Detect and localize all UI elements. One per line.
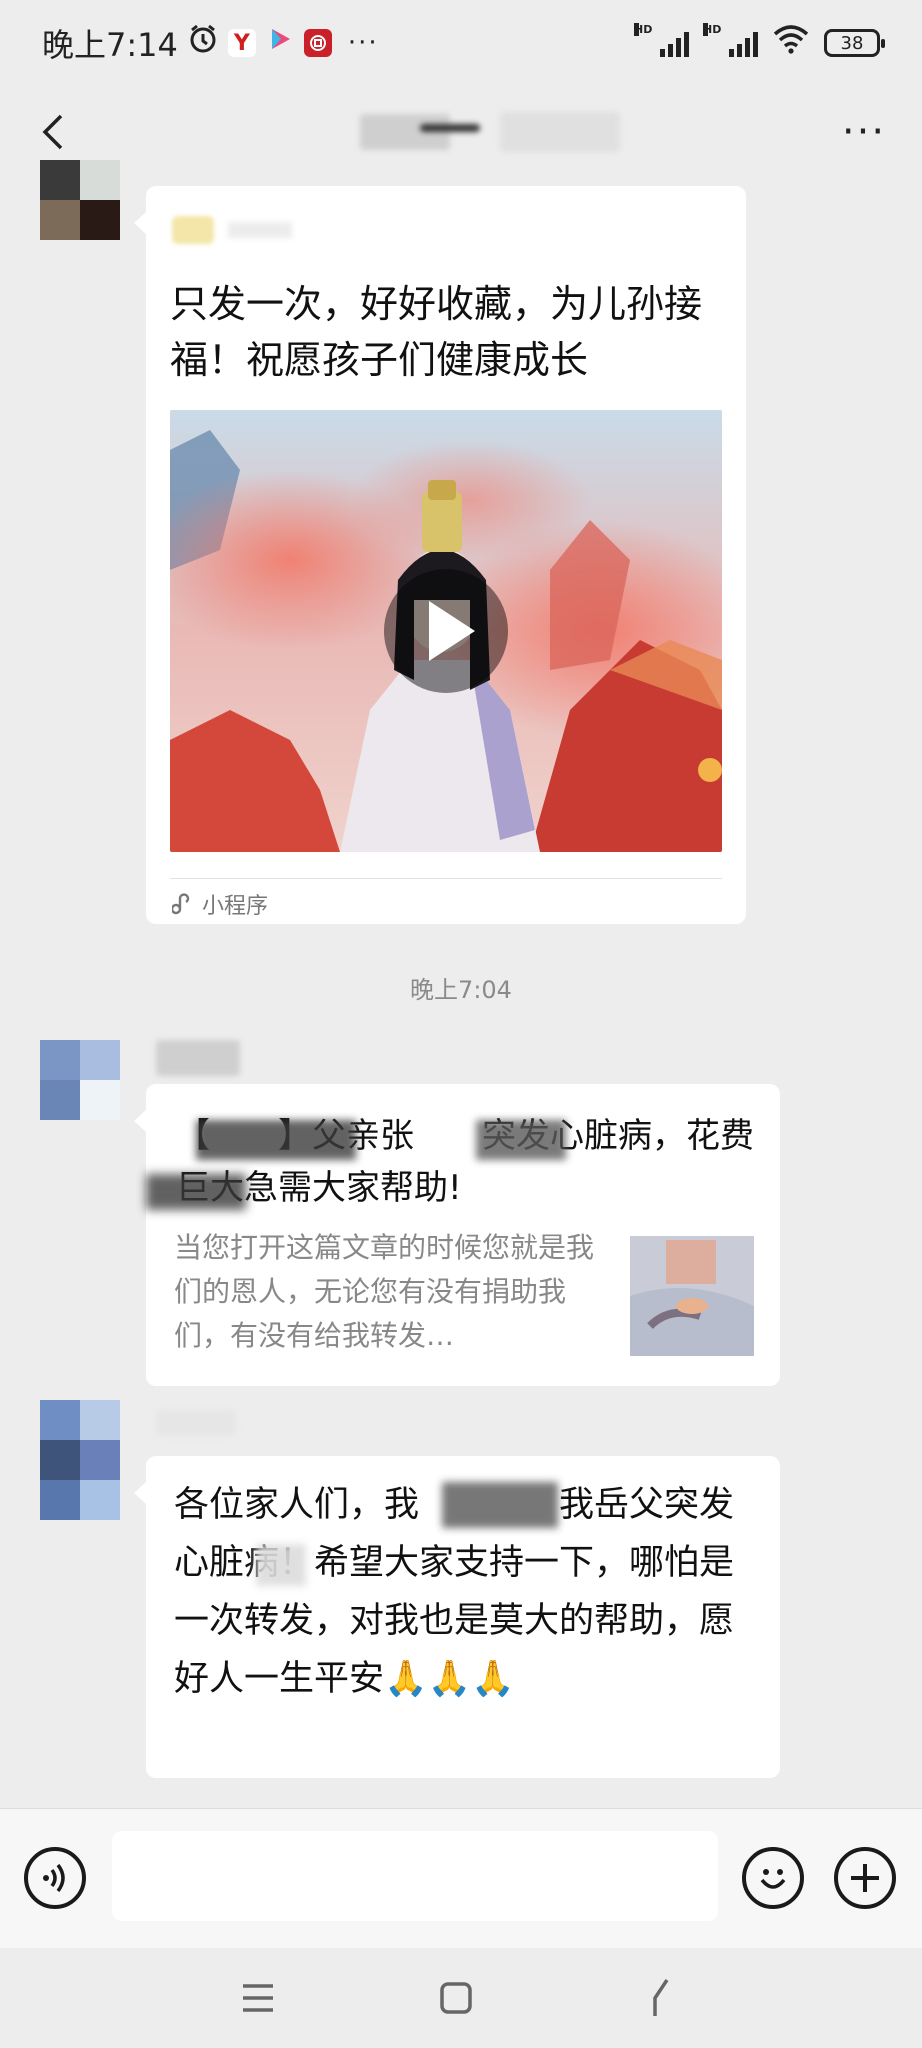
play-button[interactable] (384, 569, 508, 693)
card-title: 只发一次，好好收藏，为儿孙接福！祝愿孩子们健康成长 (170, 282, 703, 382)
more-notifications-icon: ··· (347, 28, 379, 58)
voice-button[interactable] (24, 1847, 86, 1909)
chat-header: ··· (0, 86, 922, 178)
link-card-description: 当您打开这篇文章的时候您就是我们的恩人，无论您有没有捐助我们，有没有给我转发… (174, 1231, 595, 1352)
wifi-icon (772, 24, 810, 62)
menu-button[interactable] (228, 1976, 288, 2020)
back-button[interactable] (28, 108, 76, 156)
mini-program-label: 小程序 (202, 894, 269, 919)
signal-icon-2: HD (703, 23, 758, 57)
signal-icon: HD (634, 23, 689, 57)
system-navigation-bar (0, 1948, 922, 2048)
text-message-bubble[interactable]: 各位家人们，我 我岳父突发心脏病！希望大家支持一下，哪怕是一次转发，对我也是莫大… (134, 1456, 780, 1778)
divider (170, 878, 722, 879)
chat-title-redacted (360, 108, 620, 156)
home-button[interactable] (426, 1976, 486, 2020)
redaction-mask (256, 1544, 306, 1586)
sender-name-redacted (156, 1410, 236, 1436)
mini-program-logo (172, 212, 292, 246)
bank-app-icon (303, 29, 332, 57)
link-card-thumbnail (630, 1236, 754, 1356)
video-thumbnail[interactable] (170, 410, 722, 852)
message-input[interactable] (112, 1831, 718, 1921)
mini-program-icon (172, 893, 190, 915)
hd-label-2: HD (703, 23, 722, 36)
app-notification-icon: Y (227, 29, 256, 57)
status-time: 晚上7:14 (42, 26, 178, 64)
link-card[interactable]: 【 】父亲张 突发心脏病，花费巨大急需大家帮助! 当您打开这篇文章的时候您就是我… (134, 1084, 780, 1386)
ellipsis-icon: ··· (841, 109, 887, 155)
back-system-button[interactable] (630, 1976, 690, 2020)
video-app-icon (266, 25, 294, 61)
sender-name-redacted (156, 1040, 240, 1076)
voice-icon (43, 1863, 65, 1893)
menu-icon (243, 1984, 273, 2012)
status-left: 晚上7:14 Y ··· (42, 20, 379, 66)
redaction-mask (476, 1120, 566, 1160)
message-timestamp: 晚上7:04 (410, 976, 512, 1004)
avatar[interactable] (40, 1400, 120, 1520)
status-bar: 晚上7:14 Y ··· HD HD 38 (0, 0, 922, 86)
redaction-mask (442, 1482, 558, 1528)
plus-icon (851, 1864, 879, 1892)
back-arrow-icon (653, 1979, 669, 2016)
chat-input-bar (0, 1808, 922, 1948)
redaction-mask (146, 1174, 246, 1210)
emoji-button[interactable] (742, 1847, 804, 1909)
avatar[interactable] (40, 160, 120, 240)
mini-program-tag: 小程序 (172, 888, 268, 920)
chevron-left-icon (42, 114, 63, 150)
avatar[interactable] (40, 1040, 120, 1120)
alarm-icon (188, 24, 218, 62)
chat-more-button[interactable]: ··· (834, 109, 894, 155)
home-square-icon (440, 1982, 472, 2014)
hd-label: HD (634, 23, 653, 36)
status-right: HD HD 38 (634, 23, 885, 62)
redaction-mask (196, 1120, 356, 1160)
plus-button[interactable] (834, 1847, 896, 1909)
battery-icon: 38 (824, 29, 885, 57)
emoji-icon (760, 1869, 786, 1889)
battery-level: 38 (840, 32, 864, 54)
mini-program-card[interactable]: 只发一次，好好收藏，为儿孙接福！祝愿孩子们健康成长 小程序 (134, 186, 746, 924)
